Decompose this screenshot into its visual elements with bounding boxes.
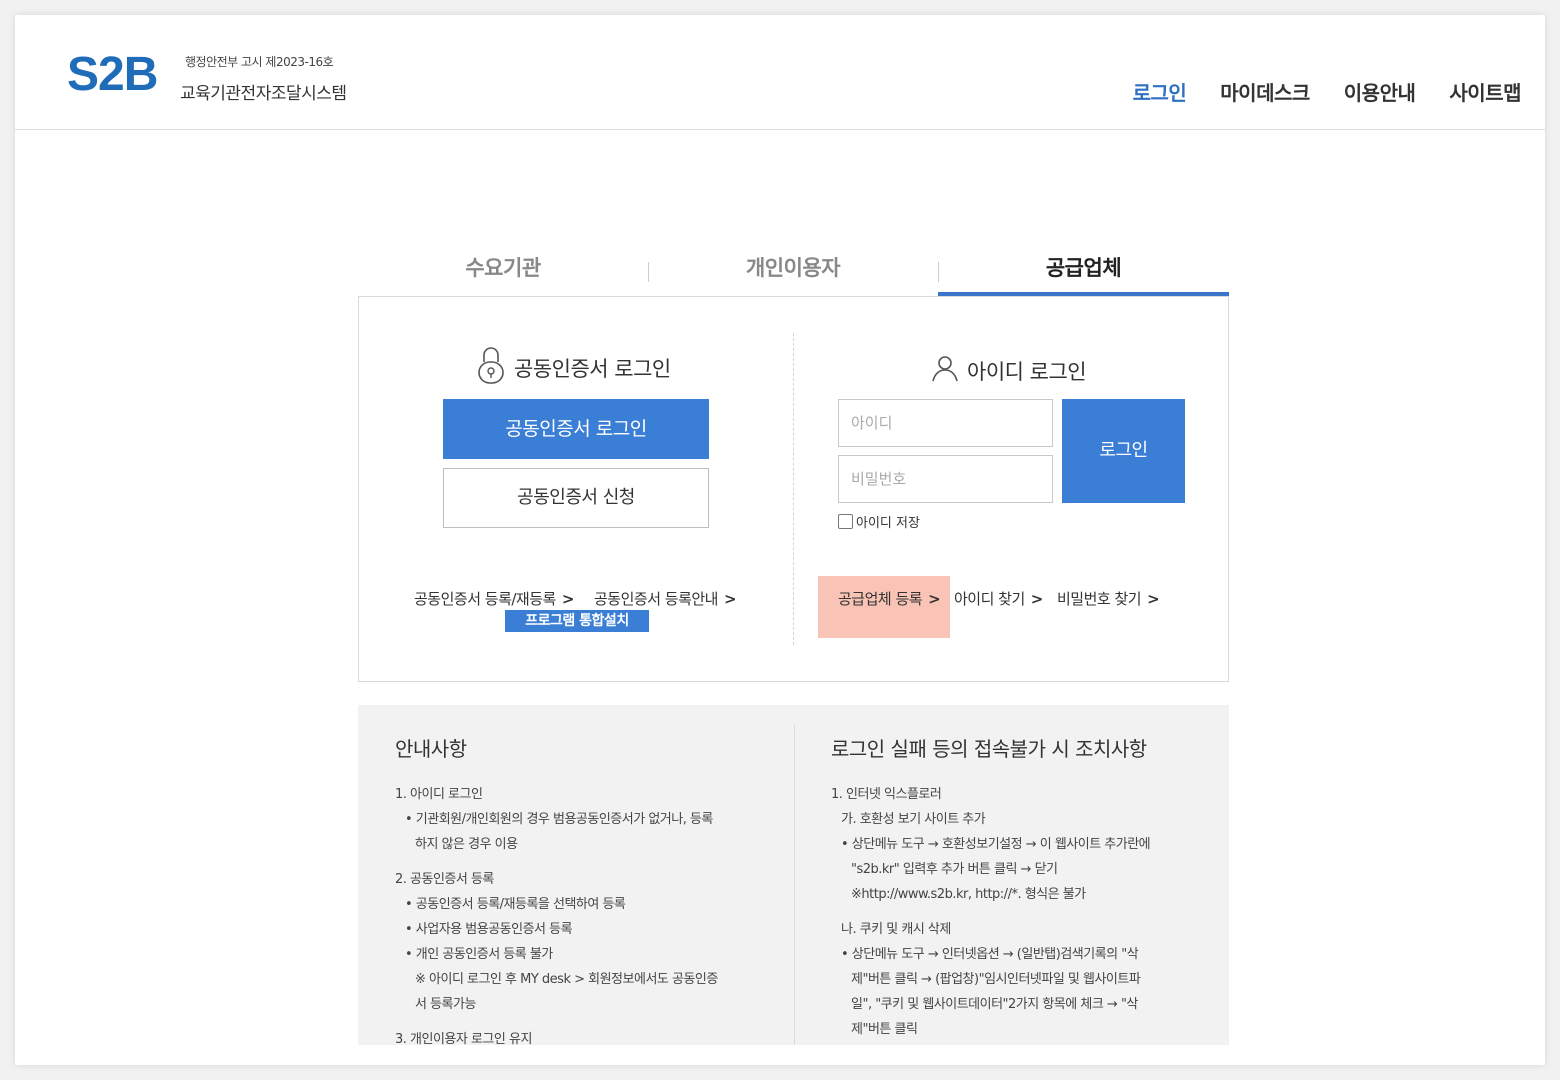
find-password-link[interactable]: 비밀번호 찾기 > <box>1057 588 1160 609</box>
trouble-line: 나. 쿠키 및 캐시 삭제 <box>841 922 951 937</box>
find-id-link[interactable]: 아이디 찾기 > <box>954 588 1043 609</box>
cert-login-button[interactable]: 공동인증서 로그인 <box>443 399 709 459</box>
notice-line: • 기관회원/개인회원의 경우 범용공동인증서가 없거나, 등록 <box>405 812 713 827</box>
chevron-right-icon: > <box>1147 589 1160 608</box>
notice-section: 안내사항 1. 아이디 로그인 • 기관회원/개인회원의 경우 범용공동인증서가… <box>395 733 718 1045</box>
notice-line: ※ 아이디 로그인 후 MY desk > 회원정보에서도 공동인증 <box>415 972 718 987</box>
notice-line: 하지 않은 경우 이용 <box>415 837 518 852</box>
cert-guide-link[interactable]: 공동인증서 등록안내 > <box>594 588 737 609</box>
trouble-line: ※http://www.s2b.kr, http://*. 형식은 불가 <box>851 887 1086 902</box>
notice-line: 1. 아이디 로그인 <box>395 787 483 802</box>
checkbox-icon[interactable] <box>838 514 853 529</box>
id-login-button[interactable]: 로그인 <box>1062 399 1185 503</box>
chevron-right-icon: > <box>928 589 941 608</box>
find-id-link-label: 아이디 찾기 <box>954 590 1025 608</box>
s2b-logo[interactable]: S2B <box>67 51 158 99</box>
user-icon <box>931 354 959 387</box>
nav-sitemap[interactable]: 사이트맵 <box>1449 77 1521 106</box>
notice-line: 서 등록가능 <box>415 997 476 1012</box>
notice-line: 3. 개인이용자 로그인 유지 <box>395 1032 532 1045</box>
nav-guide[interactable]: 이용안내 <box>1344 77 1416 106</box>
cert-register-link[interactable]: 공동인증서 등록/재등록 > <box>414 588 574 609</box>
login-panel: 공동인증서 로그인 공동인증서 로그인 공동인증서 신청 공동인증서 등록/재등… <box>358 296 1229 682</box>
supplier-register-link[interactable]: 공급업체 등록 > <box>838 588 941 609</box>
tab-individual-user[interactable]: 개인이용자 <box>648 250 938 296</box>
trouble-line: 제"버튼 클릭 → (팝업창)"임시인터넷파일 및 웹사이트파 <box>851 972 1141 987</box>
info-divider <box>794 725 795 1045</box>
trouble-section: 로그인 실패 등의 접속불가 시 조치사항 1. 인터넷 익스플로러 가. 호환… <box>831 733 1151 1042</box>
notice-line: • 공동인증서 등록/재등록을 선택하여 등록 <box>405 897 626 912</box>
notice-line: • 개인 공동인증서 등록 불가 <box>405 947 553 962</box>
global-nav: 로그인 마이데스크 이용안내 사이트맵 <box>1133 77 1522 106</box>
system-name: 교육기관전자조달시스템 <box>180 84 347 104</box>
user-id-input[interactable]: 아이디 <box>838 399 1053 447</box>
trouble-line: 1. 인터넷 익스플로러 <box>831 787 942 802</box>
program-install-button[interactable]: 프로그램 통합설치 <box>505 610 649 632</box>
cert-guide-link-label: 공동인증서 등록안내 <box>594 590 718 608</box>
trouble-line: 일", "쿠키 및 웹사이트데이터"2가지 항목에 체크 → "삭 <box>851 997 1138 1012</box>
tab-supplier[interactable]: 공급업체 <box>938 250 1229 296</box>
id-login-title: 아이디 로그인 <box>931 354 1087 387</box>
save-id-label: 아이디 저장 <box>856 516 920 531</box>
nav-mydesk[interactable]: 마이데스크 <box>1220 77 1310 106</box>
notice-title: 안내사항 <box>395 737 467 761</box>
info-panel: 안내사항 1. 아이디 로그인 • 기관회원/개인회원의 경우 범용공동인증서가… <box>358 705 1229 1045</box>
trouble-line: • 상단메뉴 도구 → 호환성보기설정 → 이 웹사이트 추가란에 <box>841 837 1151 852</box>
page-frame: S2B 행정안전부 고시 제2023-16호 교육기관전자조달시스템 로그인 마… <box>15 15 1545 1065</box>
id-login-title-label: 아이디 로그인 <box>967 359 1087 384</box>
chevron-right-icon: > <box>723 589 737 608</box>
cert-login-title: 공동인증서 로그인 <box>476 345 671 390</box>
site-header: S2B 행정안전부 고시 제2023-16호 교육기관전자조달시스템 로그인 마… <box>15 15 1545 130</box>
ministry-notice: 행정안전부 고시 제2023-16호 <box>185 55 334 69</box>
trouble-line: "s2b.kr" 입력후 추가 버튼 클릭 → 닫기 <box>851 862 1058 877</box>
cert-register-link-label: 공동인증서 등록/재등록 <box>414 590 556 608</box>
save-id-checkbox[interactable]: 아이디 저장 <box>838 512 920 531</box>
cert-apply-button[interactable]: 공동인증서 신청 <box>443 468 709 528</box>
nav-login[interactable]: 로그인 <box>1133 77 1187 106</box>
chevron-right-icon: > <box>1030 589 1044 608</box>
find-password-link-label: 비밀번호 찾기 <box>1057 590 1142 608</box>
trouble-line: • 상단메뉴 도구 → 인터넷옵션 → (일반탭)검색기록의 "삭 <box>841 947 1139 962</box>
trouble-line: 가. 호환성 보기 사이트 추가 <box>841 812 986 827</box>
lock-icon <box>476 345 506 390</box>
supplier-register-link-label: 공급업체 등록 <box>838 590 923 608</box>
password-input[interactable]: 비밀번호 <box>838 455 1053 503</box>
cert-login-title-label: 공동인증서 로그인 <box>514 356 671 381</box>
chevron-right-icon: > <box>561 589 575 608</box>
trouble-line: 제"버튼 클릭 <box>851 1022 918 1037</box>
notice-line: 2. 공동인증서 등록 <box>395 872 494 887</box>
trouble-title: 로그인 실패 등의 접속불가 시 조치사항 <box>831 737 1147 761</box>
tab-demand-institution[interactable]: 수요기관 <box>358 250 648 296</box>
notice-line: • 사업자용 범용공동인증서 등록 <box>405 922 573 937</box>
member-type-tabs: 수요기관 개인이용자 공급업체 <box>358 250 1229 296</box>
panel-divider <box>793 333 794 645</box>
